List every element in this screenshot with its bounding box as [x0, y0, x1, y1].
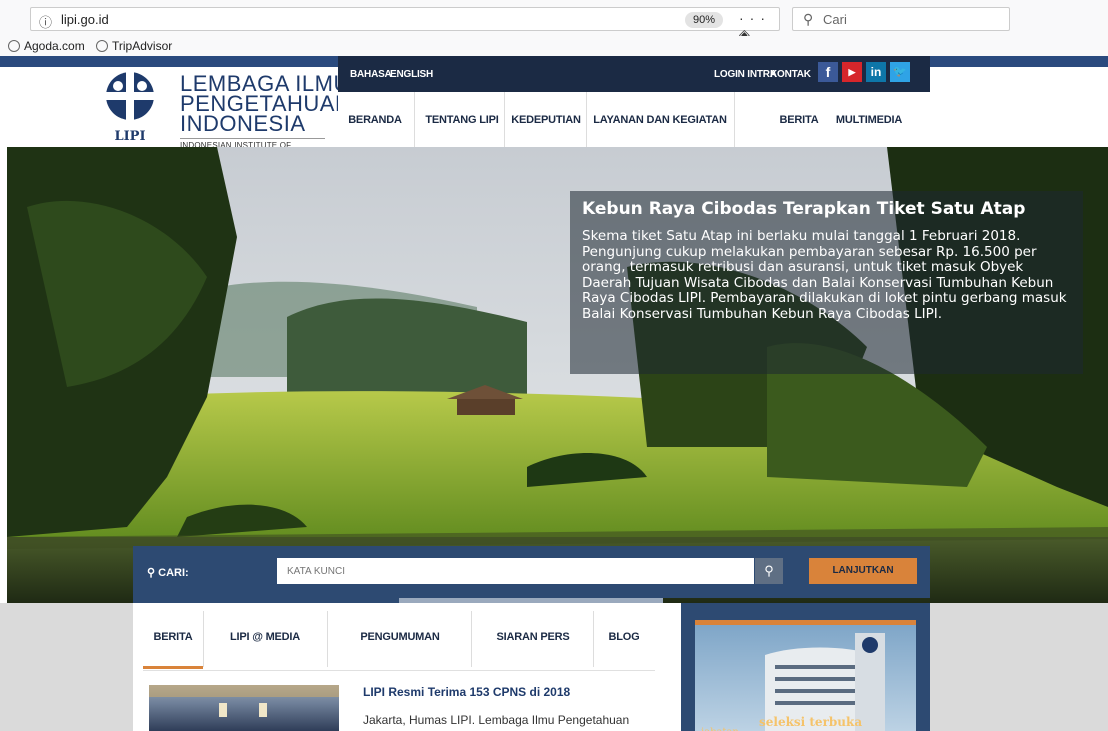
nav-divider: [414, 92, 415, 148]
browser-toolbar: ⓘ lipi.go.id 90% ··· ◈ ☆ ⚲ Cari: [0, 0, 1108, 59]
tab-lipi-media[interactable]: LIPI @ MEDIA: [205, 607, 325, 667]
nav-divider: [734, 92, 735, 148]
logo-abbr: LIPI: [114, 129, 145, 144]
info-icon[interactable]: ⓘ: [39, 12, 52, 31]
bookmark-agoda[interactable]: Agoda.com: [8, 39, 85, 53]
login-intra-link[interactable]: LOGIN INTRA: [714, 69, 777, 80]
news-excerpt: Jakarta, Humas LIPI. Lembaga Ilmu Penget…: [363, 713, 630, 727]
zoom-level[interactable]: 90%: [685, 12, 724, 28]
search-placeholder: Cari: [823, 12, 847, 27]
tab-divider: [471, 611, 472, 667]
banner-subtext: jabatan: [701, 727, 739, 731]
recruitment-banner[interactable]: seleksi terbuka jabatan: [695, 620, 916, 731]
language-label: BAHASA: [350, 69, 392, 80]
globe-icon: [96, 40, 108, 52]
twitter-icon[interactable]: 🐦: [890, 62, 910, 82]
news-tabs: BERITA LIPI @ MEDIA PENGUMUMAN SIARAN PE…: [143, 607, 655, 671]
continue-button[interactable]: LANJUTKAN: [809, 558, 917, 584]
sidebar-panel: seleksi terbuka jabatan: [681, 603, 930, 731]
nav-tentang-lipi[interactable]: TENTANG LIPI: [418, 92, 506, 148]
lipi-logo[interactable]: LIPI: [100, 66, 160, 146]
url-bar[interactable]: ⓘ lipi.go.id 90% ··· ◈ ☆: [30, 7, 780, 59]
nav-multimedia[interactable]: MULTIMEDIA: [814, 92, 924, 148]
url-text: lipi.go.id: [61, 12, 109, 27]
hero-body: Skema tiket Satu Atap ini berlaku mulai …: [582, 228, 1067, 322]
search-label: ⚲ CARI:: [147, 567, 189, 579]
logo-line-3: INDONESIA: [180, 111, 306, 136]
tab-berita[interactable]: BERITA: [143, 607, 203, 669]
linkedin-icon[interactable]: in: [866, 62, 886, 82]
search-panel: ⚲ CARI: ⚲ LANJUTKAN: [133, 546, 930, 598]
hero-caption[interactable]: Kebun Raya Cibodas Terapkan Tiket Satu A…: [570, 191, 1083, 374]
news-thumbnail[interactable]: [149, 685, 339, 731]
bookmark-tripadvisor[interactable]: TripAdvisor: [96, 39, 172, 53]
main-navigation: BERANDA TENTANG LIPI KEDEPUTIAN LAYANAN …: [338, 92, 930, 148]
bookmarks-bar: Agoda.com TripAdvisor: [0, 36, 1108, 56]
nav-layanan-dan-kegiatan[interactable]: LAYANAN DAN KEGIATAN: [588, 92, 732, 148]
top-utility-bar: BAHASA ENGLISH LOGIN INTRA KONTAK f ▶ in…: [338, 56, 930, 92]
globe-icon: [8, 40, 20, 52]
more-icon[interactable]: ···: [739, 10, 771, 26]
keyword-input[interactable]: [277, 558, 754, 584]
tab-siaran-pers[interactable]: SIARAN PERS: [473, 607, 593, 667]
tab-divider: [327, 611, 328, 667]
tab-divider: [593, 611, 594, 667]
banner-text: seleksi terbuka: [759, 715, 863, 729]
search-icon: ⚲: [147, 567, 159, 579]
news-title[interactable]: LIPI Resmi Terima 153 CPNS di 2018: [363, 685, 570, 699]
tab-blog[interactable]: BLOG: [595, 607, 653, 667]
tab-pengumuman[interactable]: PENGUMUMAN: [329, 607, 471, 667]
news-thumbnail-graphic: [149, 685, 339, 717]
nav-divider: [586, 92, 587, 148]
browser-search[interactable]: ⚲ Cari: [792, 7, 1010, 31]
english-link[interactable]: ENGLISH: [390, 69, 433, 80]
nav-divider: [504, 92, 505, 148]
news-panel: BERITA LIPI @ MEDIA PENGUMUMAN SIARAN PE…: [133, 603, 681, 731]
search-icon: ⚲: [803, 11, 814, 27]
nav-kedeputian[interactable]: KEDEPUTIAN: [506, 92, 586, 148]
contact-link[interactable]: KONTAK: [770, 69, 811, 80]
nav-beranda[interactable]: BERANDA: [338, 92, 412, 148]
search-submit-icon[interactable]: ⚲: [755, 558, 783, 584]
hero-title[interactable]: Kebun Raya Cibodas Terapkan Tiket Satu A…: [582, 199, 1071, 219]
youtube-icon[interactable]: ▶: [842, 62, 862, 82]
tab-divider: [203, 611, 204, 667]
facebook-icon[interactable]: f: [818, 62, 838, 82]
